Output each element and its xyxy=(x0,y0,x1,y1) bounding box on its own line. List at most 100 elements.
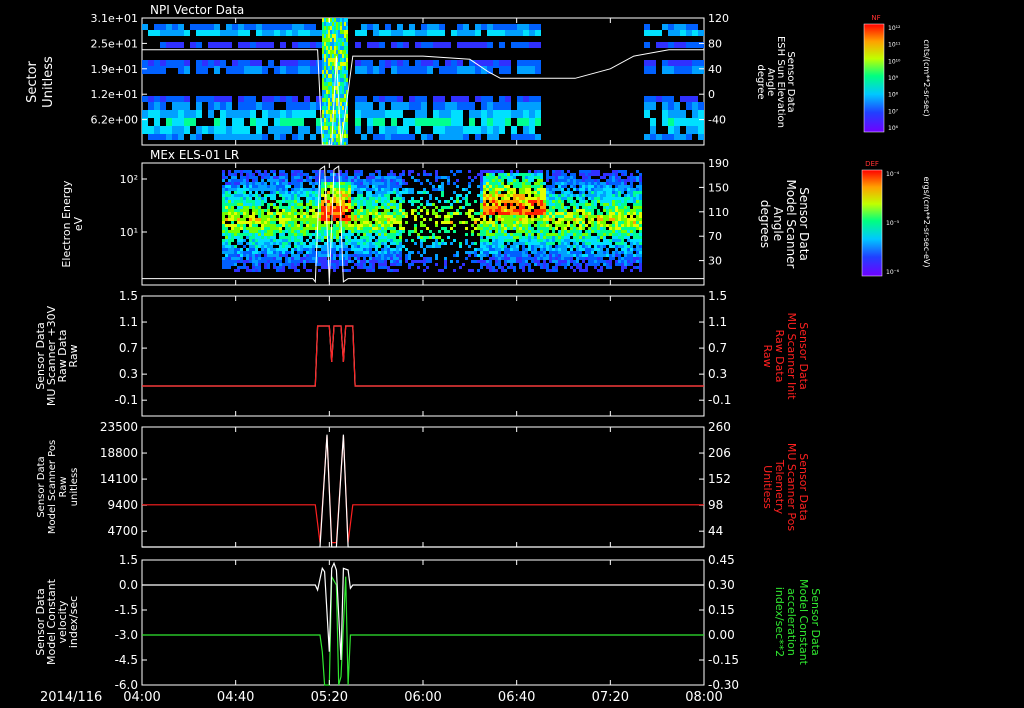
spectrogram-cell xyxy=(262,42,268,48)
spectrogram-cell xyxy=(415,96,421,102)
spectrogram-cell xyxy=(309,179,312,182)
spectrogram-cell xyxy=(268,110,274,118)
spectrogram-cell xyxy=(558,203,561,206)
spectrogram-cell xyxy=(513,176,516,179)
spectrogram-cell xyxy=(618,230,621,233)
spectrogram-cell xyxy=(438,215,441,218)
spectrogram-cell xyxy=(264,200,267,203)
spectrogram-cell xyxy=(692,96,698,102)
spectrogram-cell xyxy=(316,42,322,48)
spectrogram-cell xyxy=(306,212,309,215)
spectrogram-cell xyxy=(288,200,291,203)
spectrogram-cell xyxy=(429,260,432,263)
spectrogram-cell xyxy=(612,170,615,173)
spectrogram-cell xyxy=(252,242,255,245)
spectrogram-cell xyxy=(315,200,318,203)
spectrogram-cell xyxy=(375,194,378,197)
spectrogram-cell xyxy=(328,58,330,62)
spectrogram-cell xyxy=(597,197,600,200)
spectrogram-cell xyxy=(498,263,501,266)
spectrogram-cell xyxy=(344,18,346,22)
spectrogram-cell xyxy=(597,263,600,266)
spectrogram-cell xyxy=(561,191,564,194)
spectrogram-cell xyxy=(393,233,396,236)
spectrogram-cell xyxy=(321,245,324,248)
spectrogram-cell xyxy=(615,203,618,206)
spectrogram-cell xyxy=(282,263,285,266)
spectrogram-cell xyxy=(564,245,567,248)
spectrogram-cell xyxy=(576,194,579,197)
spectrogram-cell xyxy=(312,221,315,224)
spectrogram-cell xyxy=(558,170,561,173)
spectrogram-cell xyxy=(492,209,495,212)
spectrogram-cell xyxy=(342,34,344,38)
spectrogram-cell xyxy=(480,239,483,242)
spectrogram-cell xyxy=(408,257,411,260)
spectrogram-cell xyxy=(615,197,618,200)
spectrogram-cell xyxy=(639,233,642,236)
spectrogram-cell xyxy=(282,188,285,191)
y-tick-label: 2.5e+01 xyxy=(91,37,138,50)
spectrogram-cell xyxy=(444,221,447,224)
spectrogram-cell xyxy=(342,212,345,215)
rlabel-line: Model Scanner xyxy=(784,180,798,269)
spectrogram-cell xyxy=(529,42,535,48)
spectrogram-cell xyxy=(338,66,340,70)
spectrogram-cell xyxy=(546,197,549,200)
spectrogram-cell xyxy=(621,182,624,185)
spectrogram-cell xyxy=(516,245,519,248)
spectrogram-cell xyxy=(228,185,231,188)
spectrogram-cell xyxy=(609,266,612,269)
spectrogram-cell xyxy=(267,248,270,251)
spectrogram-cell xyxy=(312,254,315,257)
spectrogram-cell xyxy=(363,233,366,236)
spectrogram-cell xyxy=(276,206,279,209)
spectrogram-cell xyxy=(273,266,276,269)
spectrogram-cell xyxy=(255,185,258,188)
spectrogram-cell xyxy=(351,185,354,188)
spectrogram-cell xyxy=(456,197,459,200)
spectrogram-cell xyxy=(222,260,225,263)
spectrogram-cell xyxy=(328,46,330,50)
spectrogram-cell xyxy=(306,245,309,248)
spectrogram-cell xyxy=(585,236,588,239)
spectrogram-cell xyxy=(396,191,399,194)
spectrogram-cell xyxy=(250,24,256,30)
spectrogram-cell xyxy=(486,242,489,245)
spectrogram-cell xyxy=(252,251,255,254)
spectrogram-cell xyxy=(363,239,366,242)
spectrogram-cell xyxy=(294,179,297,182)
spectrogram-cell xyxy=(286,110,292,118)
spectrogram-cell xyxy=(226,102,232,110)
spectrogram-cell xyxy=(142,110,148,118)
spectrogram-cell xyxy=(453,239,456,242)
spectrogram-cell xyxy=(372,242,375,245)
spectrogram-cell xyxy=(228,257,231,260)
spectrogram-cell xyxy=(342,236,345,239)
spectrogram-cell xyxy=(489,194,492,197)
spectrogram-cell xyxy=(318,245,321,248)
spectrogram-cell xyxy=(330,266,333,269)
spectrogram-cell xyxy=(178,24,184,30)
spectrogram-cell xyxy=(172,110,178,118)
spectrogram-cell xyxy=(549,203,552,206)
spectrogram-cell xyxy=(351,224,354,227)
spectrogram-cell xyxy=(282,233,285,236)
spectrogram-cell xyxy=(294,230,297,233)
spectrogram-cell xyxy=(249,227,252,230)
spectrogram-cell xyxy=(481,102,487,110)
spectrogram-cell xyxy=(306,203,309,206)
spectrogram-cell xyxy=(546,191,549,194)
spectrogram-cell xyxy=(344,90,346,94)
spectrogram-cell xyxy=(292,102,298,110)
spectrogram-cell xyxy=(322,66,324,70)
spectrogram-cell xyxy=(483,188,486,191)
spectrogram-cell xyxy=(573,185,576,188)
spectrogram-cell xyxy=(390,236,393,239)
spectrogram-cell xyxy=(543,191,546,194)
spectrogram-cell xyxy=(273,212,276,215)
spectrogram-cell xyxy=(483,170,486,173)
spectrogram-cell xyxy=(597,224,600,227)
spectrogram-cell xyxy=(166,134,172,140)
spectrogram-cell xyxy=(415,126,421,134)
